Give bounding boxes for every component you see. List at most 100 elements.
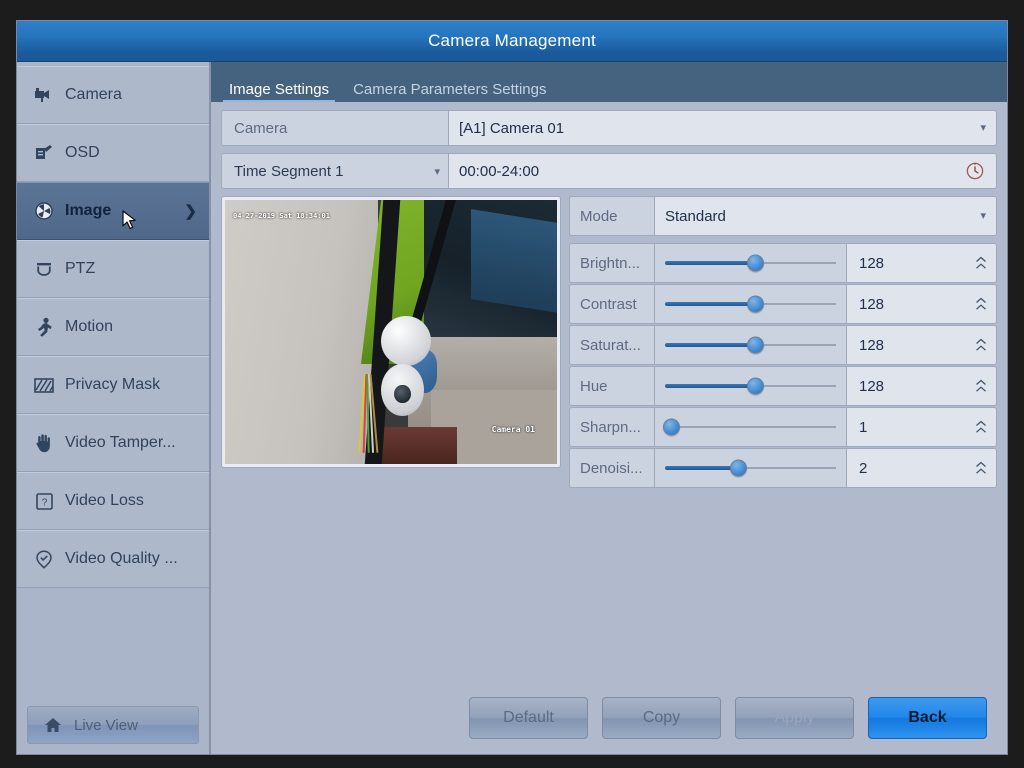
stepper-icon[interactable]: [974, 459, 988, 477]
stepper-icon[interactable]: [974, 377, 988, 395]
slider-track[interactable]: [663, 418, 836, 436]
video-scene-dome-camera: [381, 316, 431, 367]
live-view-button[interactable]: Live View: [27, 706, 199, 744]
contrast-value-field[interactable]: 128: [847, 284, 997, 324]
video-scene-monitor-glow: [470, 208, 557, 313]
denoising-value-field[interactable]: 2: [847, 448, 997, 488]
slider-fill: [665, 261, 754, 265]
saturation-slider[interactable]: [655, 325, 847, 365]
video-timestamp: 04-27-2019 Sat 18:34:01: [233, 212, 330, 220]
slider-knob[interactable]: [746, 254, 764, 272]
main-panel: Image Settings Camera Parameters Setting…: [211, 62, 1007, 754]
sidebar-item-osd[interactable]: OSD: [17, 124, 209, 182]
slider-row-hue: Hue 128: [569, 366, 997, 406]
video-scene-wall: [225, 200, 378, 464]
slider-knob[interactable]: [729, 459, 747, 477]
camera-label: Camera: [221, 110, 449, 146]
video-preview[interactable]: 04-27-2019 Sat 18:34:01 Camera 01: [225, 200, 557, 464]
image-settings-panel: Mode Standard ▾ Brightn... 128 Contrast …: [569, 196, 997, 489]
hand-icon: [33, 433, 55, 453]
video-scene-wires: [358, 374, 379, 454]
slider-fill: [665, 466, 737, 470]
mode-select[interactable]: Standard ▾: [655, 196, 997, 236]
slider-knob[interactable]: [663, 418, 681, 436]
tab-camera-parameters-settings[interactable]: Camera Parameters Settings: [341, 82, 558, 102]
slider-track[interactable]: [665, 336, 836, 354]
sidebar-item-video-loss[interactable]: ? Video Loss: [17, 472, 209, 530]
sidebar-item-video-tamper[interactable]: Video Tamper...: [17, 414, 209, 472]
stepper-icon[interactable]: [974, 418, 988, 436]
slider-track[interactable]: [665, 459, 836, 477]
hue-value-field[interactable]: 128: [847, 366, 997, 406]
sidebar-item-camera[interactable]: Camera: [17, 66, 209, 124]
back-button[interactable]: Back: [868, 697, 987, 739]
privacy-mask-icon: [33, 375, 55, 395]
camera-select-value: [A1] Camera 01: [459, 119, 565, 137]
denoising-slider[interactable]: [655, 448, 847, 488]
ptz-icon: [33, 259, 55, 279]
apply-button[interactable]: Apply: [735, 697, 854, 739]
sidebar-item-ptz[interactable]: PTZ: [17, 240, 209, 298]
hue-value: 128: [859, 377, 885, 395]
slider-track[interactable]: [665, 254, 836, 272]
motion-person-icon: [33, 317, 55, 337]
sidebar-item-privacy-mask[interactable]: Privacy Mask: [17, 356, 209, 414]
video-preview-panel[interactable]: 04-27-2019 Sat 18:34:01 Camera 01: [221, 196, 561, 468]
camera-select[interactable]: [A1] Camera 01 ▾: [449, 110, 997, 146]
slider-row-saturation: Saturat... 128: [569, 325, 997, 365]
slider-row-sharpness: Sharpn... 1: [569, 407, 997, 447]
stepper-icon[interactable]: [974, 336, 988, 354]
sidebar-item-motion[interactable]: Motion: [17, 298, 209, 356]
saturation-value: 128: [859, 336, 885, 354]
sidebar-item-label: PTZ: [65, 260, 96, 277]
saturation-value-field[interactable]: 128: [847, 325, 997, 365]
question-box-icon: ?: [33, 491, 55, 511]
slider-knob[interactable]: [746, 336, 764, 354]
content-area: Camera [A1] Camera 01 ▾ Time Segment 1 ▾…: [211, 102, 1007, 754]
brightness-label: Brightn...: [569, 243, 655, 283]
sidebar-item-label: Image: [65, 202, 112, 219]
clock-icon[interactable]: [964, 160, 986, 182]
brightness-slider[interactable]: [655, 243, 847, 283]
default-button[interactable]: Default: [469, 697, 588, 739]
brightness-value-field[interactable]: 128: [847, 243, 997, 283]
slider-track[interactable]: [665, 377, 836, 395]
sharpness-slider[interactable]: [655, 407, 847, 447]
slider-track[interactable]: [665, 295, 836, 313]
time-segment-label: Time Segment 1: [234, 162, 344, 180]
mode-row: Mode Standard ▾: [569, 196, 997, 236]
contrast-slider[interactable]: [655, 284, 847, 324]
hue-slider[interactable]: [655, 366, 847, 406]
sidebar-item-video-quality[interactable]: Video Quality ...: [17, 530, 209, 588]
video-scene-camera-lens: [394, 384, 411, 404]
time-segment-select[interactable]: Time Segment 1 ▾: [221, 153, 449, 189]
contrast-value: 128: [859, 295, 885, 313]
slider-row-denoising: Denoisi... 2: [569, 448, 997, 488]
mid-section: 04-27-2019 Sat 18:34:01 Camera 01 Mode S…: [221, 196, 997, 489]
slider-row-brightness: Brightn... 128: [569, 243, 997, 283]
hue-label: Hue: [569, 366, 655, 406]
sidebar-item-image[interactable]: Image ❯: [17, 182, 209, 240]
stepper-icon[interactable]: [974, 295, 988, 313]
sharpness-value-field[interactable]: 1: [847, 407, 997, 447]
sidebar-item-label: Video Loss: [65, 492, 144, 509]
slider-knob[interactable]: [746, 295, 764, 313]
footer-buttons: Default Copy Apply Back: [221, 682, 997, 754]
slider-fill: [665, 302, 754, 306]
tab-image-settings[interactable]: Image Settings: [217, 82, 341, 102]
slider-knob[interactable]: [746, 377, 764, 395]
sharpness-label: Sharpn...: [569, 407, 655, 447]
sidebar-item-label: OSD: [65, 144, 100, 161]
window-body: Camera OSD Image ❯ PTZ Motion Privacy Ma…: [17, 62, 1007, 754]
sharpness-value: 1: [859, 418, 868, 436]
copy-button[interactable]: Copy: [602, 697, 721, 739]
camera-icon: [33, 85, 55, 105]
live-view-label: Live View: [74, 716, 138, 734]
chevron-down-icon: ▾: [980, 209, 986, 222]
stepper-icon[interactable]: [974, 254, 988, 272]
time-range-field[interactable]: 00:00-24:00: [449, 153, 997, 189]
tab-bar: Image Settings Camera Parameters Setting…: [211, 62, 1007, 102]
sidebar-item-label: Video Quality ...: [65, 550, 178, 567]
